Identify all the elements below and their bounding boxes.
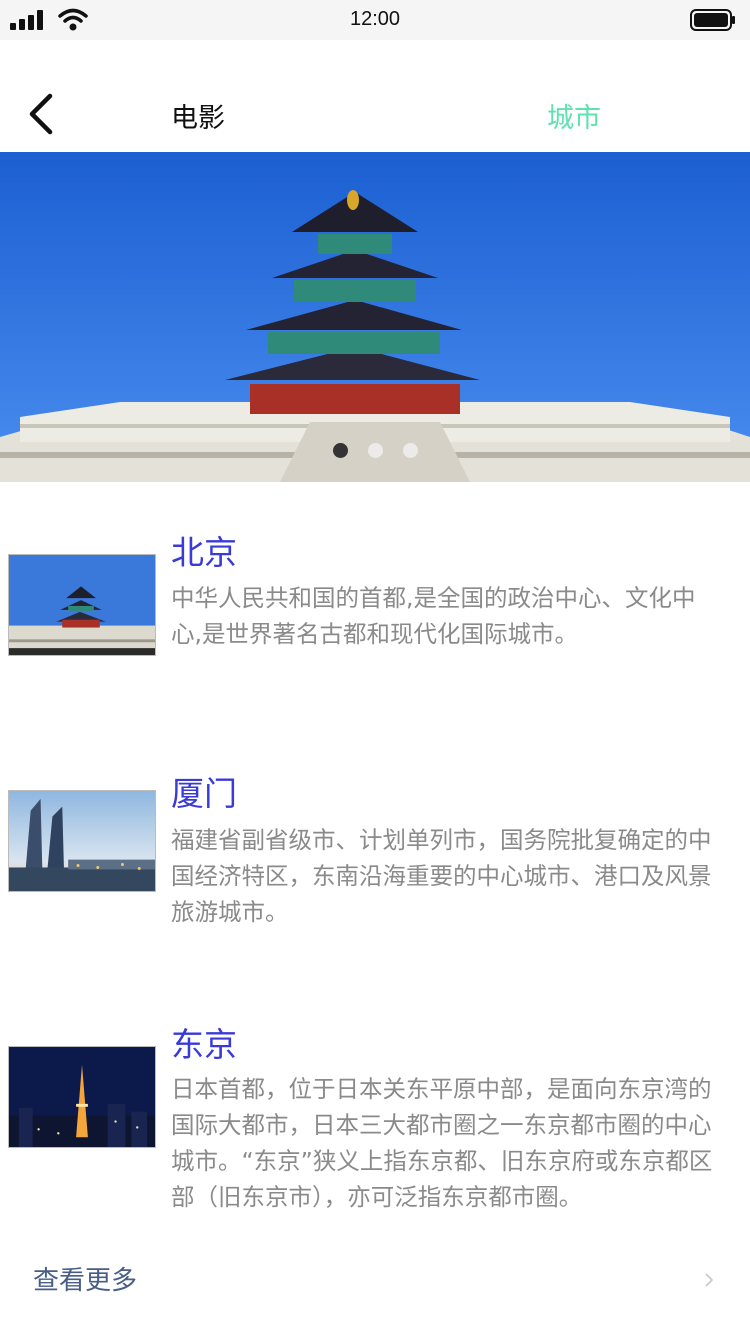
city-name[interactable]: 北京 — [171, 526, 237, 574]
city-description: 福建省副省级市、计划单列市，国务院批复确定的中国经济特区，东南沿海重要的中心城市… — [171, 826, 712, 926]
temple-of-heaven-image — [0, 152, 750, 482]
xiamen-skyline-thumbnail — [9, 791, 155, 891]
city-name[interactable]: 东京 — [171, 1018, 237, 1066]
tab-city[interactable]: 城市 — [547, 96, 601, 135]
banner-carousel[interactable] — [0, 152, 750, 482]
tokyo-tower-thumbnail — [9, 1047, 155, 1147]
battery-icon — [690, 9, 735, 31]
city-thumbnail[interactable] — [8, 790, 156, 892]
carousel-dot-2[interactable] — [368, 443, 383, 458]
status-bar: 12:00 — [0, 0, 750, 40]
see-more-row[interactable]: 查看更多 — [0, 1250, 750, 1310]
city-description: 日本首都，位于日本关东平原中部，是面向东京湾的国际大都市，日本三大都市圈之一东京… — [171, 1075, 713, 1211]
back-icon[interactable] — [24, 92, 60, 136]
city-name[interactable]: 厦门 — [171, 767, 237, 815]
temple-of-heaven-thumbnail — [9, 555, 155, 655]
city-thumbnail[interactable] — [8, 554, 156, 656]
carousel-dot-3[interactable] — [403, 443, 418, 458]
see-more-label[interactable]: 查看更多 — [33, 1260, 137, 1297]
chevron-right-icon — [705, 1273, 714, 1287]
tab-movie[interactable]: 电影 — [171, 96, 225, 135]
status-time: 12:00 — [349, 8, 401, 30]
nav-bar: 电影 城市 — [0, 40, 750, 152]
carousel-dot-1[interactable] — [333, 443, 348, 458]
city-thumbnail[interactable] — [8, 1046, 156, 1148]
city-description: 中华人民共和国的首都,是全国的政治中心、文化中心,是世界著名古都和现代化国际城市… — [171, 584, 696, 648]
carousel-dots — [0, 443, 750, 463]
